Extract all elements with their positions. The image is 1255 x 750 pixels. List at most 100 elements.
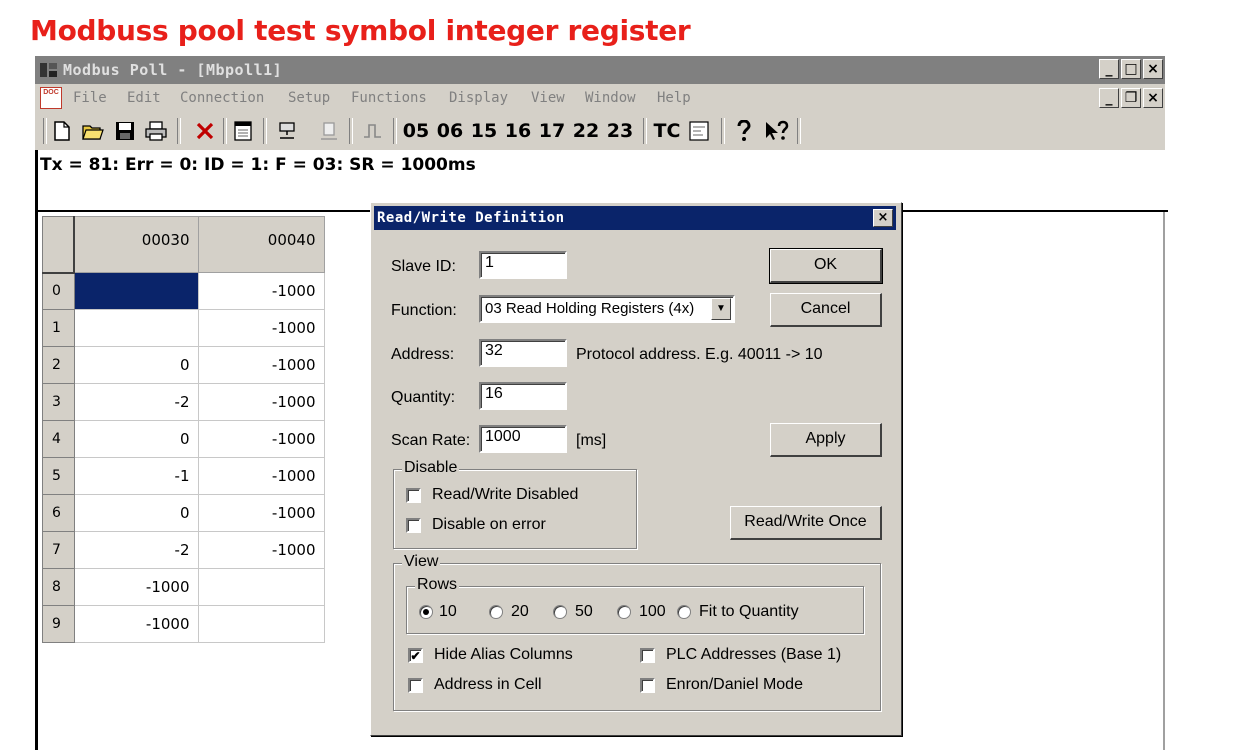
fc-22-button[interactable]: 22: [573, 118, 599, 144]
row-header[interactable]: 4: [42, 420, 75, 458]
menu-setup[interactable]: Setup: [288, 90, 330, 106]
grid-cell[interactable]: -1000: [197, 346, 325, 384]
column-header[interactable]: 00040: [197, 216, 325, 273]
grid-cell[interactable]: -1000: [73, 568, 199, 606]
address-in-cell-checkbox[interactable]: [408, 678, 423, 693]
menu-help[interactable]: Help: [657, 90, 691, 106]
grid-cell[interactable]: -1000: [197, 420, 325, 458]
plc-addresses-checkbox[interactable]: [640, 648, 655, 663]
dialog-close-button[interactable]: ×: [873, 209, 893, 227]
slave-id-input[interactable]: 1: [479, 251, 567, 279]
grid-cell[interactable]: -2: [73, 383, 199, 421]
menu-functions[interactable]: Functions: [351, 90, 427, 106]
cancel-button[interactable]: Cancel: [770, 293, 882, 327]
rw-disabled-checkbox[interactable]: [406, 488, 421, 503]
grid-cell[interactable]: -1000: [197, 531, 325, 569]
disable-on-error-checkbox[interactable]: [406, 518, 421, 533]
fc-17-button[interactable]: 17: [539, 118, 565, 144]
function-value: 03 Read Holding Registers (4x): [485, 300, 695, 317]
grid-cell[interactable]: [197, 568, 325, 606]
grid-cell[interactable]: -1000: [197, 309, 325, 347]
fc-05-button[interactable]: 05: [403, 118, 429, 144]
enron-checkbox[interactable]: [640, 678, 655, 693]
grid-cell[interactable]: -1000: [73, 605, 199, 643]
menu-window[interactable]: Window: [585, 90, 636, 106]
menu-edit[interactable]: Edit: [127, 90, 161, 106]
print-icon[interactable]: [143, 118, 169, 144]
page-heading: Modbuss pool test symbol integer registe…: [30, 14, 691, 47]
menu-display[interactable]: Display: [449, 90, 508, 106]
row-header[interactable]: 2: [42, 346, 75, 384]
menu-connection[interactable]: Connection: [180, 90, 264, 106]
document-icon[interactable]: DOC: [40, 87, 62, 109]
grid-cell[interactable]: 0: [73, 420, 199, 458]
row-header[interactable]: 1: [42, 309, 75, 347]
menu-view[interactable]: View: [531, 90, 565, 106]
maximize-button[interactable]: □: [1121, 59, 1141, 79]
fc-23-button[interactable]: 23: [607, 118, 633, 144]
row-header[interactable]: 9: [42, 605, 75, 643]
row-header[interactable]: 7: [42, 531, 75, 569]
grid-cell[interactable]: 0: [73, 346, 199, 384]
address-input[interactable]: 32: [479, 339, 567, 367]
grid-corner[interactable]: [42, 216, 75, 274]
grid-cell-selected[interactable]: [73, 272, 199, 310]
grid-cell[interactable]: -1: [73, 457, 199, 495]
fc-16-button[interactable]: 16: [505, 118, 531, 144]
traffic-icon[interactable]: [687, 118, 711, 144]
quantity-input[interactable]: 16: [479, 382, 567, 410]
function-select[interactable]: 03 Read Holding Registers (4x) ▼: [479, 295, 735, 323]
tc-button[interactable]: TC: [653, 118, 681, 144]
table-row: 3 -2 -1000: [42, 383, 325, 421]
row-header[interactable]: 0: [42, 272, 75, 310]
enron-label: Enron/Daniel Mode: [666, 676, 803, 693]
help-icon[interactable]: [733, 118, 755, 144]
delete-icon[interactable]: [193, 118, 217, 144]
fc-06-button[interactable]: 06: [437, 118, 463, 144]
rows-50-radio[interactable]: [553, 605, 567, 619]
hide-alias-checkbox[interactable]: ✔: [408, 648, 423, 663]
read-write-definition-dialog: Read/Write Definition × Slave ID: 1 Func…: [370, 202, 902, 736]
minimize-button[interactable]: _: [1099, 59, 1119, 79]
child-minimize-button[interactable]: _: [1099, 88, 1119, 108]
disconnect-icon[interactable]: [317, 118, 341, 144]
read-write-once-button[interactable]: Read/Write Once: [730, 506, 882, 540]
grid-cell[interactable]: [197, 605, 325, 643]
apply-button[interactable]: Apply: [770, 423, 882, 457]
connect-icon[interactable]: [275, 118, 299, 144]
fc-15-button[interactable]: 15: [471, 118, 497, 144]
rows-20-radio[interactable]: [489, 605, 503, 619]
close-button[interactable]: ×: [1143, 59, 1163, 79]
grid-cell[interactable]: -1000: [197, 457, 325, 495]
rows-100-radio[interactable]: [617, 605, 631, 619]
ok-button[interactable]: OK: [769, 248, 883, 284]
row-header[interactable]: 8: [42, 568, 75, 606]
dialog-title: Read/Write Definition: [377, 210, 565, 226]
grid-cell[interactable]: -1000: [197, 272, 325, 310]
context-help-icon[interactable]: [763, 118, 791, 144]
open-folder-icon[interactable]: [81, 118, 105, 144]
grid-cell[interactable]: -1000: [197, 383, 325, 421]
rows-fit-radio[interactable]: [677, 605, 691, 619]
menu-file[interactable]: File: [73, 90, 107, 106]
scan-rate-input[interactable]: 1000: [479, 425, 567, 453]
pulse-icon[interactable]: [361, 118, 385, 144]
column-header[interactable]: 00030: [73, 216, 199, 273]
grid-cell[interactable]: [73, 309, 199, 347]
child-close-button[interactable]: ×: [1143, 88, 1163, 108]
table-row: 5 -1 -1000: [42, 457, 325, 495]
grid-cell[interactable]: -1000: [197, 494, 325, 532]
row-header[interactable]: 5: [42, 457, 75, 495]
rows-10-radio[interactable]: [419, 605, 433, 619]
dropdown-arrow-icon[interactable]: ▼: [711, 298, 731, 320]
save-icon[interactable]: [113, 118, 137, 144]
row-header[interactable]: 6: [42, 494, 75, 532]
window-icon[interactable]: [231, 118, 255, 144]
grid-cell[interactable]: 0: [73, 494, 199, 532]
dialog-titlebar[interactable]: Read/Write Definition ×: [374, 206, 896, 230]
row-header[interactable]: 3: [42, 383, 75, 421]
new-file-icon[interactable]: [51, 118, 73, 144]
child-restore-button[interactable]: ❐: [1121, 88, 1141, 108]
rows-group: Rows 10 20 50 100 Fit to Quantity: [406, 576, 864, 634]
grid-cell[interactable]: -2: [73, 531, 199, 569]
